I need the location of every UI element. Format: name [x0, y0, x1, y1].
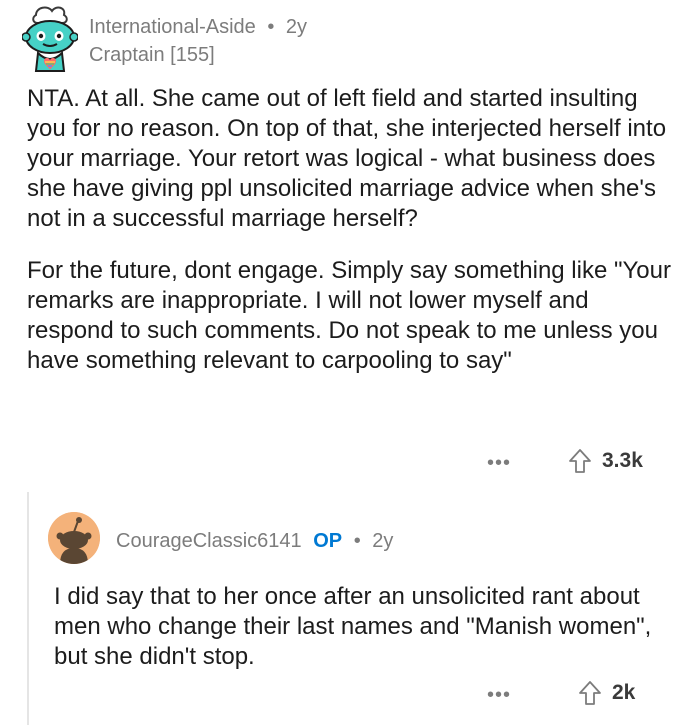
upvote-count: 3.3k	[602, 449, 643, 472]
upvote-button[interactable]: 2k	[578, 680, 635, 706]
comment-paragraph: For the future, dont engage. Simply say …	[27, 257, 678, 374]
reply-text: I did say that to her once after an unso…	[54, 583, 652, 670]
snoo-avatar-icon[interactable]	[21, 5, 79, 73]
comment-username[interactable]: International-Aside	[89, 16, 256, 38]
op-badge: OP	[313, 530, 343, 552]
reply-age: 2y	[372, 530, 394, 552]
separator-dot: •	[353, 530, 361, 552]
comment-paragraph: NTA. At all. She came out of left field …	[27, 85, 673, 232]
comment-body: NTA. At all. She came out of left field …	[27, 84, 677, 398]
upvote-button[interactable]: 3.3k	[568, 448, 643, 474]
separator-dot: •	[267, 16, 275, 38]
upvote-arrow-icon	[568, 448, 592, 474]
thread-line[interactable]	[27, 492, 29, 725]
more-options-icon[interactable]: •••	[487, 448, 511, 478]
more-options-icon[interactable]: •••	[487, 680, 511, 710]
comment-age: 2y	[285, 16, 308, 38]
upvote-arrow-icon	[578, 680, 602, 706]
reply-username[interactable]: CourageClassic6141	[116, 530, 302, 552]
reply-meta: CourageClassic6141 OP • 2y	[116, 528, 393, 554]
comment-meta: International-Aside • 2y	[89, 14, 307, 40]
user-flair: Craptain [155]	[89, 44, 215, 66]
comment-actions: ••• 3.3k	[0, 446, 700, 480]
comment-thread: International-Aside • 2y Craptain [155] …	[0, 0, 700, 725]
reply-body: I did say that to her once after an unso…	[54, 582, 684, 672]
upvote-count: 2k	[612, 681, 636, 704]
default-avatar-icon[interactable]	[48, 512, 100, 564]
